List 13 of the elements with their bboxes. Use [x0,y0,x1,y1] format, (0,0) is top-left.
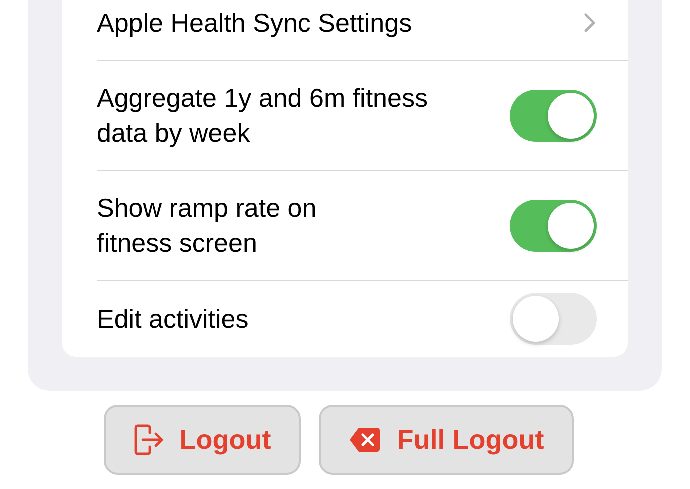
setting-label: Aggregate 1y and 6m fitness data by week [97,82,428,150]
full-logout-button[interactable]: Full Logout [319,405,574,475]
delete-tag-icon [349,427,382,453]
settings-link-row[interactable]: Apple Health Sync Settings [97,0,628,61]
chevron-right-icon [583,12,597,34]
toggle-switch[interactable] [510,293,597,345]
setting-label: Edit activities [97,302,249,336]
setting-label: Show ramp rate on fitness screen [97,192,317,260]
logout-icon [134,424,164,456]
logout-button[interactable]: Logout [104,405,302,475]
toggle-switch[interactable] [510,90,597,142]
toggle-switch[interactable] [510,200,597,252]
setting-label: Apple Health Sync Settings [97,6,412,40]
